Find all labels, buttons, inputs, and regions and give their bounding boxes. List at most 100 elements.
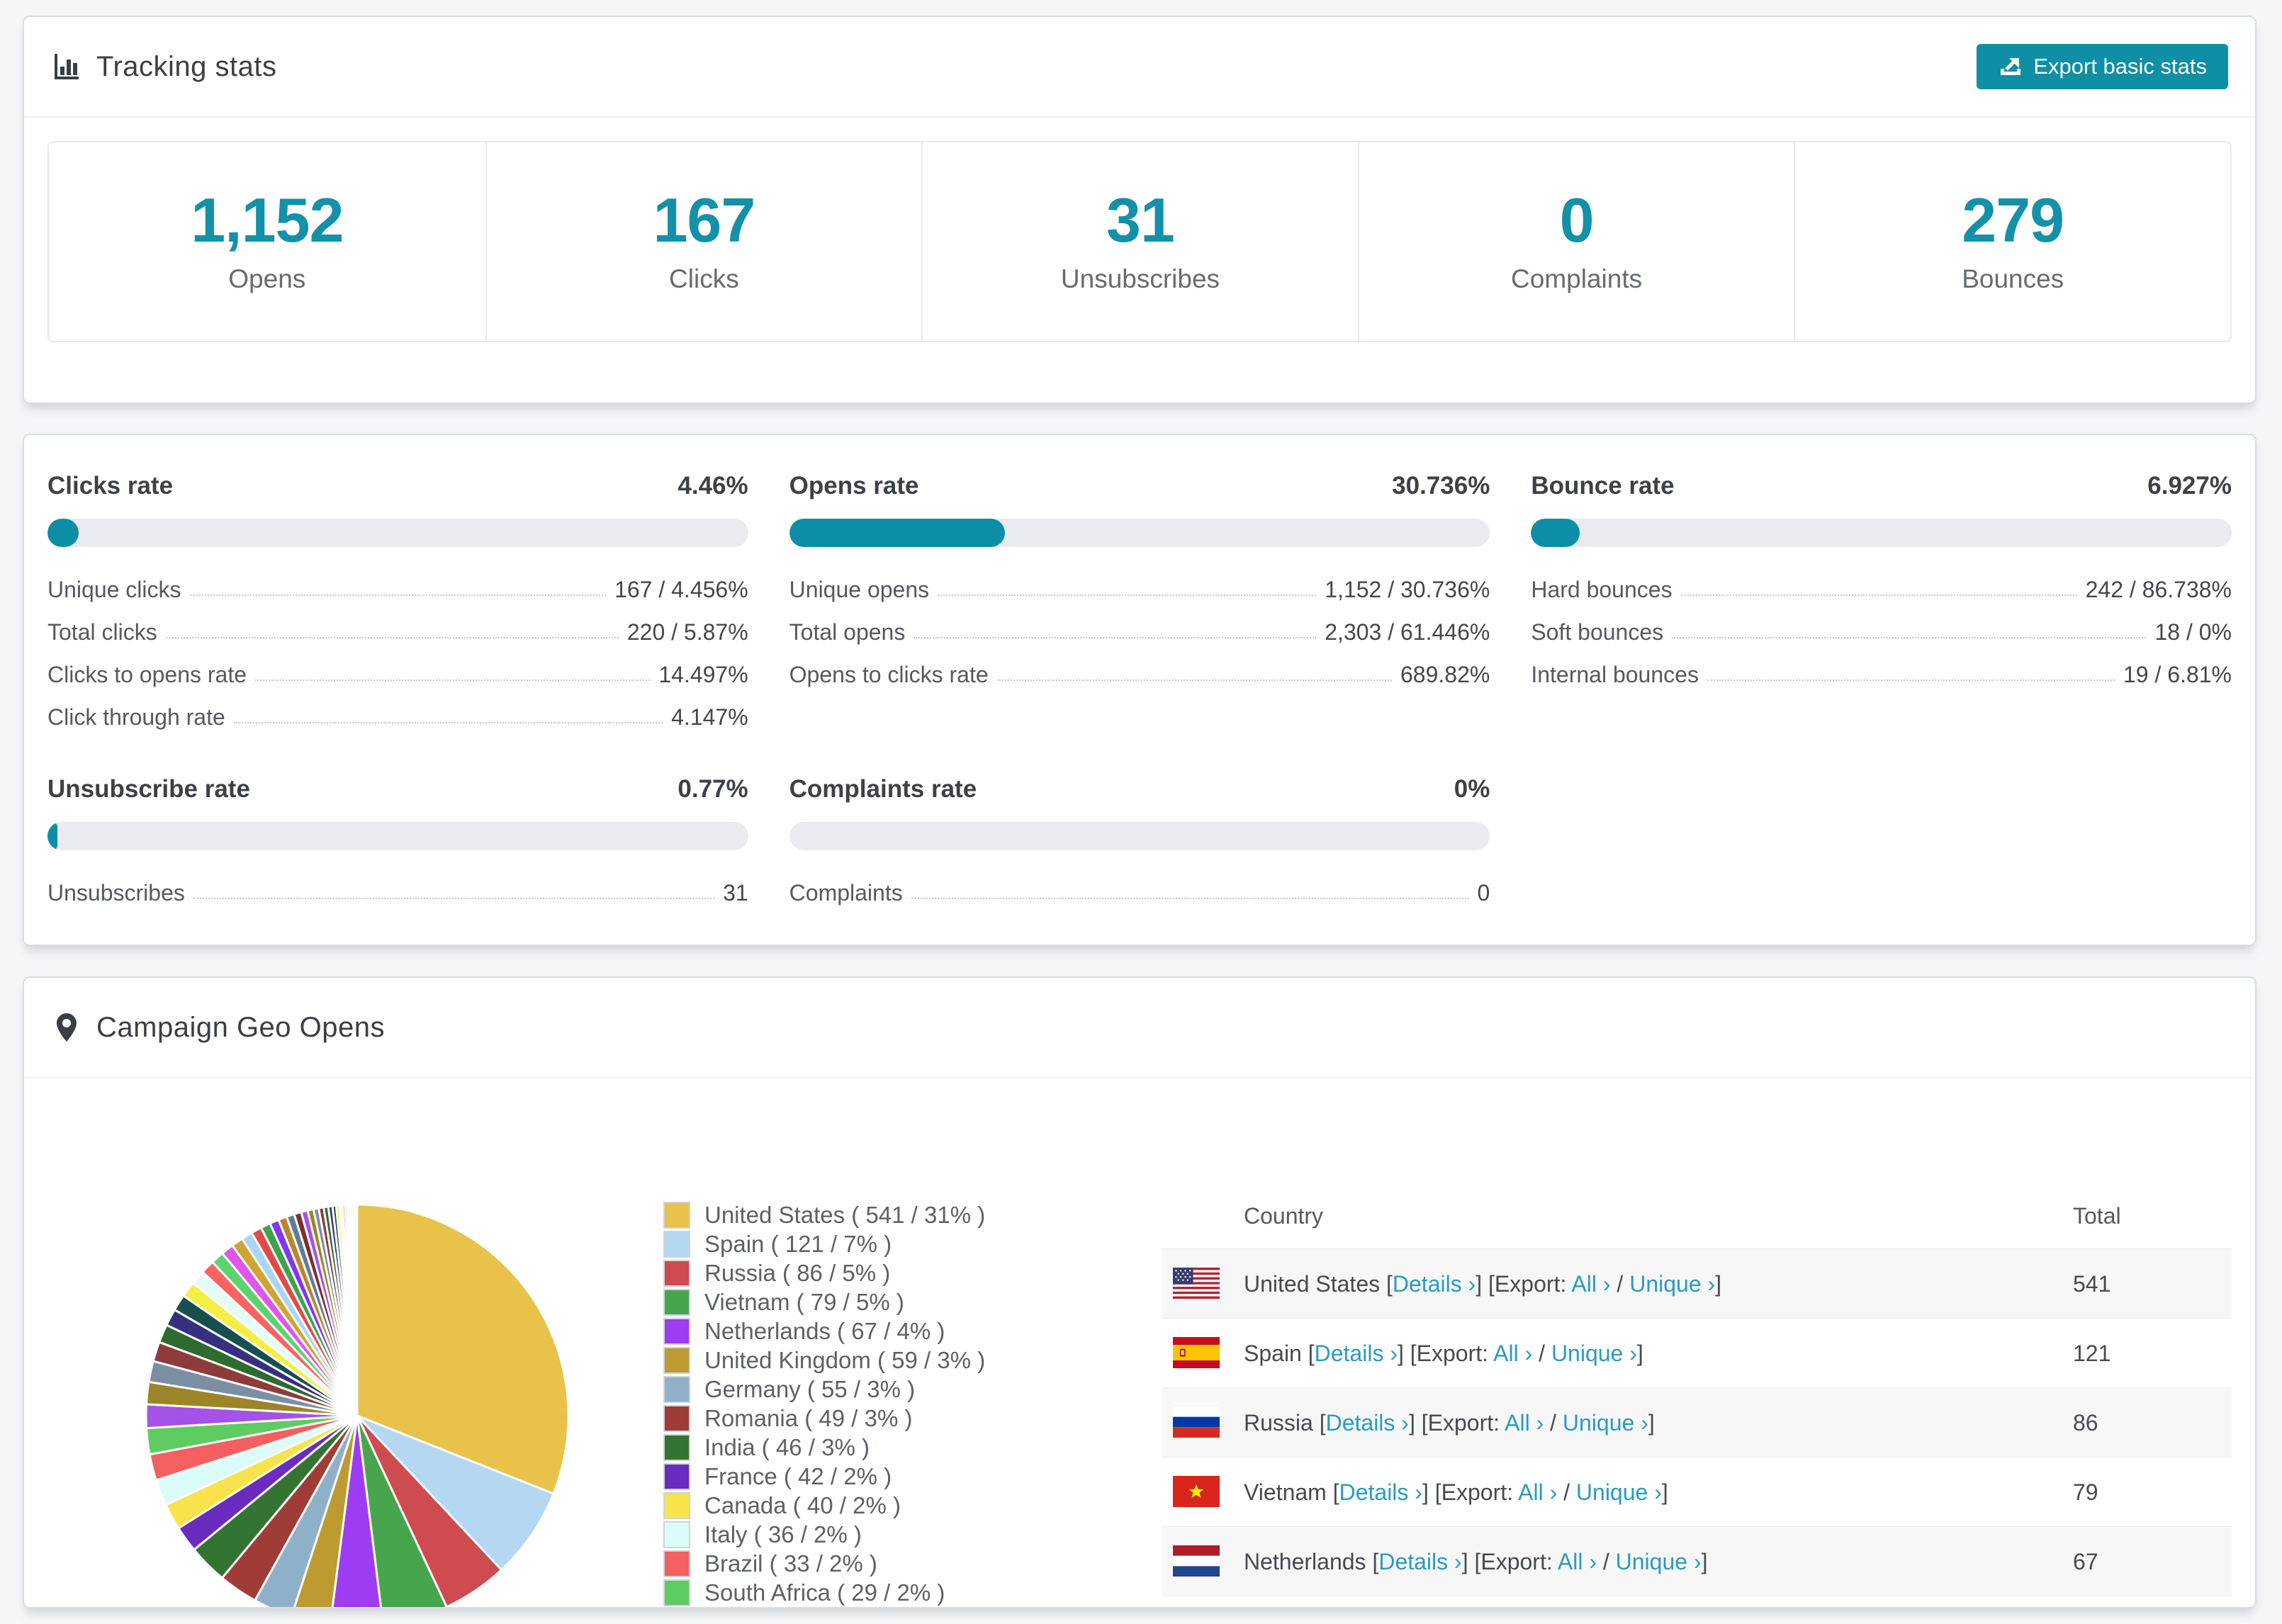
bar-chart-icon <box>55 54 79 79</box>
export-unique-link[interactable]: Unique › <box>1576 1479 1662 1505</box>
rate-title: Bounce rate <box>1531 472 1675 500</box>
export-all-link[interactable]: All › <box>1571 1271 1610 1297</box>
rate-value: 0.77% <box>678 775 748 803</box>
details-link[interactable]: Details › <box>1393 1271 1476 1297</box>
summary-value: 1,152 <box>191 185 344 255</box>
stat-label: Click through rate <box>47 704 225 730</box>
country-cell: Russia [Details ›] [Export: All › / Uniq… <box>1244 1410 1655 1436</box>
export-basic-stats-button[interactable]: Export basic stats <box>1977 44 2228 89</box>
country-cell: Vietnam [Details ›] [Export: All › / Uni… <box>1244 1479 1668 1505</box>
legend-swatch <box>663 1579 690 1606</box>
dotted-leader <box>911 898 1469 899</box>
progress-bar <box>47 822 748 850</box>
stat-label: Total clicks <box>47 619 157 645</box>
stat-label: Internal bounces <box>1531 662 1699 687</box>
export-label: Export: <box>1480 1549 1558 1574</box>
summary-label: Unsubscribes <box>1060 264 1220 293</box>
legend-swatch <box>663 1462 690 1490</box>
export-all-link[interactable]: All › <box>1493 1341 1532 1366</box>
column-header-total: Total <box>2073 1203 2121 1229</box>
summary-card-unsubscribes: 31 Unsubscribes <box>921 142 1358 341</box>
summary-card-clicks: 167 Clicks <box>485 142 922 341</box>
country-name: Spain <box>1244 1341 1308 1366</box>
legend-item-united-kingdom: United Kingdom ( 59 / 3% ) <box>663 1346 985 1375</box>
export-unique-link[interactable]: Unique › <box>1629 1271 1715 1297</box>
summary-label: Bounces <box>1962 264 2064 293</box>
dotted-leader <box>1672 637 2147 638</box>
summary-value: 0 <box>1559 185 1595 255</box>
geo-title: Campaign Geo Opens <box>96 1011 386 1043</box>
country-total: 541 <box>2073 1271 2111 1297</box>
rate-value: 0% <box>1454 775 1490 803</box>
legend-item-italy: Italy ( 36 / 2% ) <box>663 1520 985 1549</box>
stat-value: 14.497% <box>658 662 748 687</box>
dotted-leader <box>1680 594 2077 596</box>
progress-bar-fill <box>1531 519 1580 547</box>
rate-title: Complaints rate <box>789 775 977 803</box>
summary-card-opens: 1,152 Opens <box>49 142 485 341</box>
rate-title-row: Unsubscribe rate 0.77% <box>47 775 748 803</box>
legend-item-united-states: United States ( 541 / 31% ) <box>663 1200 985 1229</box>
export-all-link[interactable]: All › <box>1518 1479 1557 1505</box>
export-label: Export: <box>1427 1410 1505 1436</box>
export-unique-link[interactable]: Unique › <box>1563 1410 1648 1436</box>
stat-row: Internal bounces 19 / 6.81% <box>1531 663 2232 686</box>
stat-label: Unique clicks <box>47 577 181 602</box>
campaign-geo-opens-card: Campaign Geo Opens United States ( 541 /… <box>23 976 2256 1608</box>
flag-nl-icon <box>1173 1545 1220 1577</box>
details-link[interactable]: Details › <box>1326 1410 1409 1436</box>
stat-label: Hard bounces <box>1531 577 1673 602</box>
progress-bar-fill <box>47 822 57 850</box>
summary-value: 31 <box>1106 185 1175 255</box>
rate-title: Clicks rate <box>47 472 174 500</box>
details-link[interactable]: Details › <box>1315 1341 1398 1366</box>
dotted-leader <box>233 722 663 723</box>
dotted-leader <box>189 594 607 596</box>
legend-item-vietnam: Vietnam ( 79 / 5% ) <box>663 1287 985 1316</box>
details-link[interactable]: Details › <box>1339 1479 1422 1505</box>
pie-slice-other[interactable] <box>355 1203 359 1417</box>
rate-title-row: Opens rate 30.736% <box>789 472 1490 500</box>
stat-value: 31 <box>723 880 748 906</box>
legend-swatch <box>663 1521 690 1548</box>
flag-ru-icon <box>1173 1406 1220 1438</box>
stat-label: Unsubscribes <box>47 880 185 906</box>
export-all-link[interactable]: All › <box>1505 1410 1544 1436</box>
geo-table-row-netherlands: Netherlands [Details ›] [Export: All › /… <box>1162 1526 2232 1596</box>
dotted-leader <box>996 680 1392 681</box>
export-label: Export: <box>1416 1341 1494 1366</box>
rate-block-complaints-rate: Complaints rate 0% Complaints 0 <box>789 775 1490 904</box>
legend-swatch <box>663 1404 690 1432</box>
stat-row: Hard bounces 242 / 86.738% <box>1531 578 2232 601</box>
progress-bar <box>1531 519 2232 547</box>
export-label: Export: <box>1494 1271 1572 1297</box>
country-cell: United States [Details ›] [Export: All ›… <box>1244 1271 1722 1297</box>
geo-table-row-united-kingdom: United Kingdom [Details ›] [Export: All … <box>1162 1596 2232 1607</box>
geo-content: United States ( 541 / 31% ) Spain ( 121 /… <box>24 1078 2255 1607</box>
legend-swatch <box>663 1201 690 1229</box>
rate-value: 6.927% <box>2147 472 2232 500</box>
export-all-link[interactable]: All › <box>1558 1549 1597 1574</box>
rate-title: Unsubscribe rate <box>47 775 250 803</box>
details-link[interactable]: Details › <box>1378 1549 1461 1574</box>
export-button-label: Export basic stats <box>2033 54 2207 79</box>
stat-row: Complaints 0 <box>789 881 1490 904</box>
export-unique-link[interactable]: Unique › <box>1616 1549 1702 1574</box>
dotted-leader <box>914 637 1317 638</box>
stat-value: 689.82% <box>1400 662 1490 687</box>
export-icon <box>2001 58 2021 75</box>
summary-label: Complaints <box>1511 264 1643 293</box>
country-name: Vietnam <box>1244 1479 1333 1505</box>
flag-us-icon <box>1173 1268 1220 1299</box>
legend-item-south-africa: South Africa ( 29 / 2% ) <box>663 1578 985 1607</box>
dotted-leader <box>255 680 651 681</box>
legend-item-india: India ( 46 / 3% ) <box>663 1433 985 1462</box>
dotted-leader <box>165 637 619 638</box>
country-total: 67 <box>2073 1549 2098 1574</box>
summary-label: Opens <box>228 264 306 293</box>
export-unique-link[interactable]: Unique › <box>1551 1341 1637 1366</box>
location-pin-icon <box>57 1013 77 1042</box>
legend-swatch <box>663 1375 690 1403</box>
stat-label: Soft bounces <box>1531 619 1664 645</box>
rate-block-bounce-rate: Bounce rate 6.927% Hard bounces 242 / 86.73… <box>1531 472 2232 728</box>
